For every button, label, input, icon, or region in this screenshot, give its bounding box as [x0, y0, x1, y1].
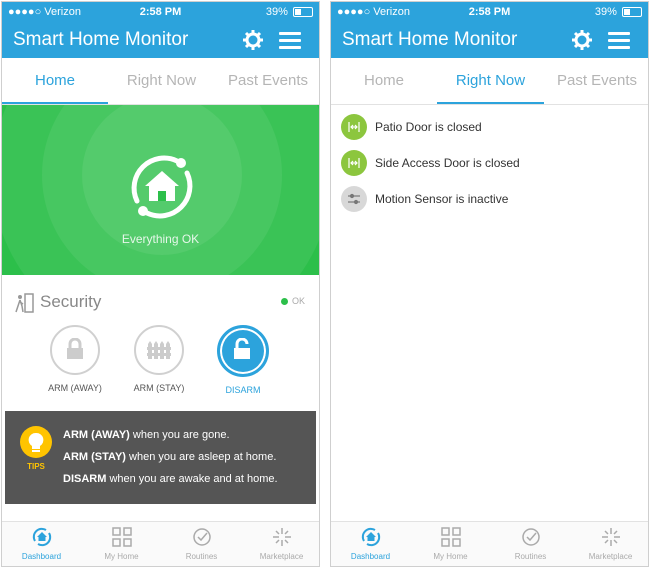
tip-text-away: when you are gone.	[129, 429, 230, 441]
tab-home[interactable]: Home	[331, 58, 437, 104]
disarm-circle	[217, 325, 269, 377]
arm-away-circle	[50, 325, 100, 375]
battery-icon	[622, 7, 642, 18]
disarm-label: DISARM	[225, 385, 261, 395]
arm-away-label: ARM (AWAY)	[48, 383, 102, 393]
lock-icon	[67, 338, 83, 359]
list-item[interactable]: Motion Sensor is inactive	[341, 184, 638, 220]
tab-right-now[interactable]: Right Now	[437, 58, 544, 104]
security-panel: Security OK ARM (AWAY) ARM (STAY) DISARM	[2, 277, 319, 409]
contact-sensor-icon	[341, 114, 367, 140]
battery-percent: 39%	[265, 6, 288, 18]
app-bar: ●●●●○ Verizon 2:58 PM 39% Smart Home Mon…	[2, 2, 319, 58]
nav-marketplace-label: Marketplace	[259, 552, 304, 561]
tip-line-disarm: DISARM when you are awake and at home.	[63, 473, 278, 485]
app-bar: ●●●●○ Verizon 2:58 PM 39% Smart Home Mon…	[331, 2, 648, 58]
tab-right-now[interactable]: Right Now	[108, 58, 215, 104]
check-circle-icon	[521, 528, 540, 546]
nav-my-home-label: My Home	[433, 552, 468, 561]
arm-away-button[interactable]: ARM (AWAY)	[39, 325, 111, 393]
nav-marketplace[interactable]: Marketplace	[242, 526, 319, 561]
tip-mode-stay: ARM (STAY)	[63, 451, 126, 463]
tip-mode-disarm: DISARM	[63, 473, 107, 485]
arm-stay-circle	[134, 325, 184, 375]
nav-dashboard[interactable]: Dashboard	[331, 526, 410, 561]
list-item-text: Motion Sensor is inactive	[375, 192, 509, 206]
tip-text-disarm: when you are awake and at home.	[106, 473, 278, 485]
nav-routines-label: Routines	[514, 552, 547, 561]
battery-percent: 39%	[594, 6, 617, 18]
list-item-text: Side Access Door is closed	[375, 156, 520, 170]
contact-sensor-icon	[341, 150, 367, 176]
tip-line-stay: ARM (STAY) when you are asleep at home.	[63, 451, 276, 463]
nav-dashboard[interactable]: Dashboard	[2, 526, 81, 561]
home-status-icon	[131, 155, 193, 219]
tips-label: TIPS	[27, 462, 45, 471]
bottom-nav: Dashboard My Home Routines Marketplace	[331, 521, 648, 566]
status-bar: ●●●●○ Verizon 2:58 PM 39%	[331, 2, 648, 22]
battery-status: 39%	[266, 6, 313, 18]
phone-home-screen: ●●●●○ Verizon 2:58 PM 39% Smart Home Mon…	[1, 1, 320, 567]
grid-icon	[111, 527, 132, 547]
arm-stay-label: ARM (STAY)	[133, 383, 185, 393]
security-status-badge: OK	[280, 296, 305, 306]
menu-icon[interactable]	[279, 32, 301, 49]
status-dot-icon	[280, 298, 288, 306]
security-status-text: OK	[291, 296, 305, 306]
sparkle-icon	[601, 528, 620, 546]
grid-icon	[440, 527, 461, 547]
tip-line-away: ARM (AWAY) when you are gone.	[63, 429, 230, 441]
list-item[interactable]: Patio Door is closed	[341, 112, 638, 148]
unlock-icon	[234, 338, 250, 359]
phone-right-now-screen: ●●●●○ Verizon 2:58 PM 39% Smart Home Mon…	[330, 1, 649, 567]
app-title: Smart Home Monitor	[13, 29, 189, 50]
check-circle-icon	[192, 528, 211, 546]
app-title: Smart Home Monitor	[342, 29, 518, 50]
security-person-icon	[15, 293, 34, 313]
gear-icon[interactable]	[572, 30, 592, 50]
menu-icon[interactable]	[608, 32, 630, 49]
tab-past-events[interactable]: Past Events	[215, 58, 319, 104]
arm-stay-button[interactable]: ARM (STAY)	[123, 325, 195, 393]
tab-past-events[interactable]: Past Events	[544, 58, 648, 104]
tab-bar: Home Right Now Past Events	[331, 58, 648, 105]
device-status-list: Patio Door is closed Side Access Door is…	[341, 112, 638, 220]
dashboard-icon	[32, 527, 51, 547]
nav-routines-label: Routines	[185, 552, 218, 561]
nav-dashboard-label: Dashboard	[21, 552, 62, 561]
status-hero: Everything OK	[2, 105, 319, 275]
security-title: Security	[40, 292, 102, 311]
nav-dashboard-label: Dashboard	[350, 552, 391, 561]
status-bar: ●●●●○ Verizon 2:58 PM 39%	[2, 2, 319, 22]
dashboard-icon	[361, 527, 380, 547]
tip-mode-away: ARM (AWAY)	[63, 429, 130, 441]
tips-panel: TIPS ARM (AWAY) when you are gone. ARM (…	[5, 411, 316, 504]
lightbulb-icon	[20, 426, 52, 458]
screenshot-frame: ●●●●○ Verizon 2:58 PM 39% Smart Home Mon…	[0, 0, 650, 568]
tip-text-stay: when you are asleep at home.	[125, 451, 277, 463]
bottom-nav: Dashboard My Home Routines Marketplace	[2, 521, 319, 566]
fence-icon	[147, 341, 171, 359]
nav-routines[interactable]: Routines	[162, 526, 241, 561]
nav-marketplace-label: Marketplace	[588, 552, 633, 561]
motion-sensor-icon	[341, 186, 367, 212]
list-item[interactable]: Side Access Door is closed	[341, 148, 638, 184]
tab-bar: Home Right Now Past Events	[2, 58, 319, 105]
nav-my-home[interactable]: My Home	[411, 526, 490, 561]
hero-status-text: Everything OK	[121, 232, 200, 246]
gear-icon[interactable]	[243, 30, 263, 50]
tab-home[interactable]: Home	[2, 58, 108, 104]
battery-icon	[293, 7, 313, 18]
disarm-button[interactable]: DISARM	[207, 325, 279, 395]
nav-my-home[interactable]: My Home	[82, 526, 161, 561]
battery-status: 39%	[595, 6, 642, 18]
sparkle-icon	[272, 528, 291, 546]
nav-routines[interactable]: Routines	[491, 526, 570, 561]
nav-marketplace[interactable]: Marketplace	[571, 526, 648, 561]
nav-my-home-label: My Home	[104, 552, 139, 561]
list-item-text: Patio Door is closed	[375, 120, 482, 134]
